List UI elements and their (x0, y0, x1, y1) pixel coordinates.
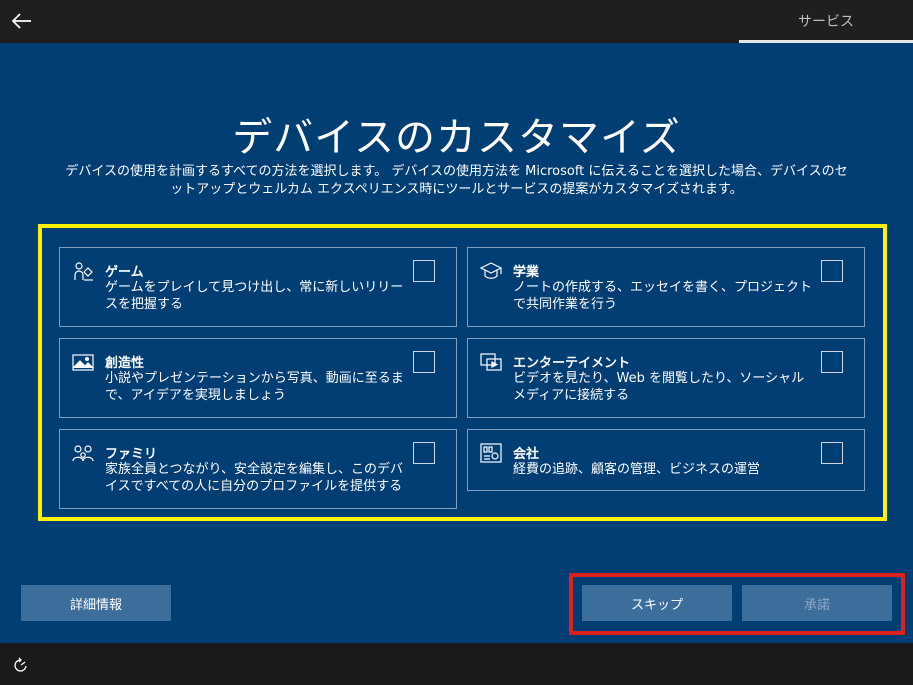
tab-services: サービス (798, 14, 854, 30)
card-description: 経費の追跡、顧客の管理、ビジネスの運営 (513, 462, 761, 477)
card-gaming[interactable]: ゲーム ゲームをプレイして見つけ出し、常に新しいリリースを把握する (59, 247, 457, 327)
card-school[interactable]: 学業 ノートの作成する、エッセイを書く、プロジェクトで共同作業を行う (467, 247, 865, 327)
card-title: 会社 (513, 447, 540, 462)
page-title: デバイスのカスタマイズ (232, 115, 681, 161)
skip-button[interactable]: スキップ (582, 585, 732, 621)
bottom-bar (0, 643, 913, 685)
checkbox-entertainment[interactable] (821, 351, 843, 373)
gaming-icon (72, 260, 94, 282)
main-panel: デバイスのカスタマイズ デバイスの使用を計画するすべての方法を選択します。 デバ… (0, 43, 913, 643)
card-title: ゲーム (105, 265, 144, 280)
accept-button[interactable]: 承諾 (742, 585, 892, 621)
card-title: エンターテイメント (513, 356, 631, 371)
card-description: 家族全員とつながり、安全設定を編集し、このデバイスですべての人に自分のプロファイ… (105, 462, 403, 494)
card-business[interactable]: 会社 経費の追跡、顧客の管理、ビジネスの運営 (467, 429, 865, 491)
picture-icon (72, 351, 94, 373)
family-icon (72, 442, 94, 464)
accessibility-button[interactable] (10, 655, 32, 675)
checkbox-creativity[interactable] (413, 351, 435, 373)
card-title: 学業 (513, 265, 540, 280)
accessibility-icon (14, 657, 27, 672)
entertainment-icon (480, 351, 502, 373)
checkbox-gaming[interactable] (413, 260, 435, 282)
checkbox-business[interactable] (821, 442, 843, 464)
checkbox-school[interactable] (821, 260, 843, 282)
card-description: ノートの作成する、エッセイを書く、プロジェクトで共同作業を行う (513, 280, 813, 312)
card-creativity[interactable]: 創造性 小説やプレゼンテーションから写真、動画に至るまで、アイデアを実現しましょ… (59, 338, 457, 418)
back-button[interactable] (8, 8, 36, 34)
card-description: ビデオを見たり、Web を閲覧したり、ソーシャル メディアに接続する (513, 371, 805, 403)
card-description: 小説やプレゼンテーションから写真、動画に至るまで、アイデアを実現しましょう (105, 371, 404, 403)
card-title: 創造性 (105, 356, 145, 371)
business-icon (480, 442, 502, 464)
card-entertainment[interactable]: エンターテイメント ビデオを見たり、Web を閲覧したり、ソーシャル メディアに… (467, 338, 865, 418)
school-icon (480, 260, 502, 282)
more-info-button[interactable]: 詳細情報 (21, 585, 171, 621)
top-bar: サービス (0, 0, 913, 43)
card-family[interactable]: ファミリ 家族全員とつながり、安全設定を編集し、このデバイスですべての人に自分の… (59, 429, 457, 509)
card-description: ゲームをプレイして見つけ出し、常に新しいリリースを把握する (105, 280, 404, 312)
card-title: ファミリ (105, 447, 158, 462)
page-description: デバイスの使用を計画するすべての方法を選択します。 デバイスの使用方法を Mic… (65, 164, 848, 197)
back-arrow-icon (12, 13, 31, 29)
checkbox-family[interactable] (413, 442, 435, 464)
